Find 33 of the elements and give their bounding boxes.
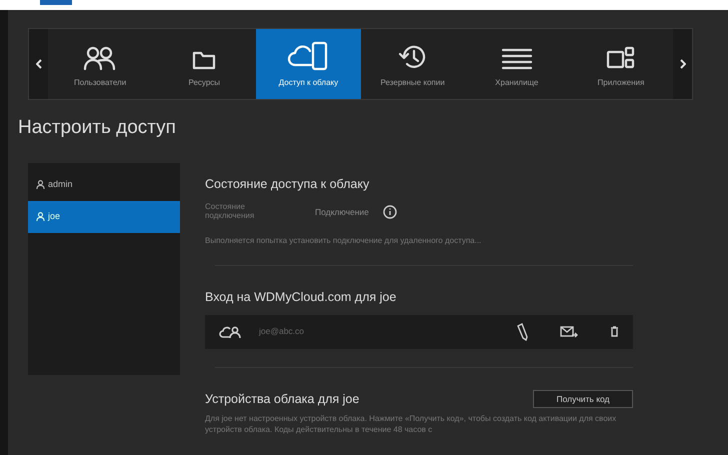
nav-tab[interactable]: Пользователи: [48, 29, 152, 99]
field-label: Состояние подключения: [205, 203, 256, 221]
section-heading: Вход на WDMyCloud.com для joe: [205, 288, 398, 306]
section-heading: Устройства облака для joe: [205, 390, 360, 408]
cloud-phone-icon: [287, 41, 330, 71]
trash-icon[interactable]: [610, 326, 619, 338]
status-message: Выполняется попытка установить подключение для удаленного доступа...: [205, 234, 482, 247]
nav-tab[interactable]: Доступ к облаку: [256, 29, 361, 99]
status-value: Подключение: [315, 206, 369, 218]
info-icon[interactable]: [382, 205, 397, 220]
nav-tab[interactable]: Ресурсы: [152, 29, 256, 99]
user-list-item[interactable]: joe: [28, 200, 180, 232]
get-code-button[interactable]: Получить код: [533, 390, 633, 408]
logo-bar: [40, 0, 72, 5]
history-icon: [398, 43, 428, 71]
nav-tab[interactable]: Хранилище: [464, 29, 569, 99]
apps-icon: [606, 45, 636, 71]
pencil-icon[interactable]: [516, 322, 528, 341]
chevron-left-icon: [36, 59, 42, 69]
nav-tab[interactable]: Резервные копии: [360, 29, 465, 99]
devices-description: Для joe нет настроенных устройств облака. Нажмите «Получить код», чтобы создать код активации для своих устройств облака. Коды действительны в течение 48 часов с: [205, 414, 618, 436]
page-title: Настроить доступ: [18, 116, 177, 140]
cloud-user-icon: [219, 324, 241, 339]
user-list-item[interactable]: admin: [28, 168, 180, 200]
account-email: joe@abc.co: [259, 325, 306, 338]
mail-send-icon[interactable]: [560, 326, 578, 338]
nav-tab[interactable]: Приложения: [568, 29, 674, 99]
chevron-right-icon: [680, 59, 686, 69]
user-icon: [36, 180, 45, 189]
users-icon: [83, 45, 118, 71]
user-icon: [36, 212, 45, 221]
storage-icon: [500, 47, 533, 71]
section-heading: Состояние доступа к облаку: [205, 176, 370, 193]
